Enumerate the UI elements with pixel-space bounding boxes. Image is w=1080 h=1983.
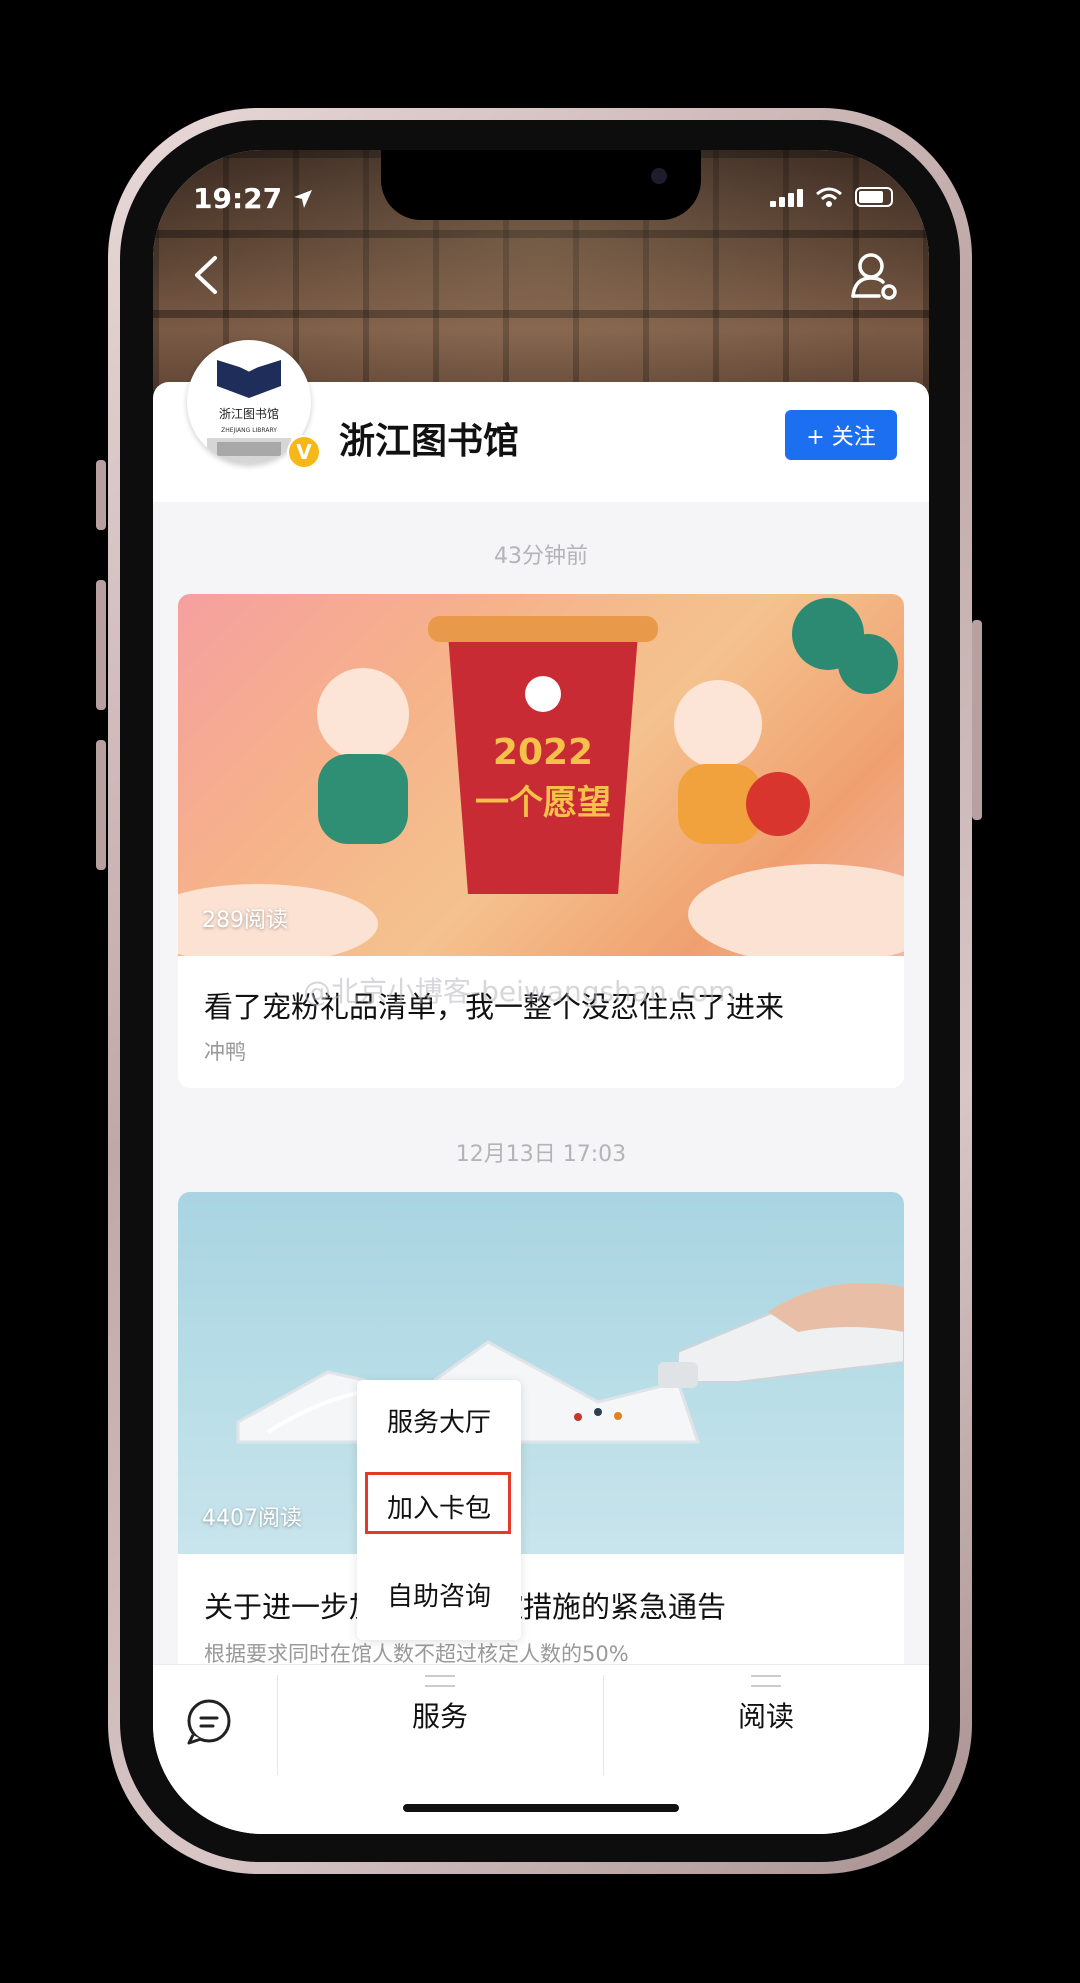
notch — [381, 150, 701, 220]
tab-reading[interactable]: 阅读 — [603, 1695, 929, 1735]
watermark: @北京小博客-beiwangshan.com — [303, 975, 736, 1008]
svg-text:浙江图书馆: 浙江图书馆 — [219, 406, 279, 421]
signal-icon — [770, 187, 803, 207]
article-author: 冲鸭 — [204, 1040, 246, 1064]
svg-text:ZHEJIANG LIBRARY: ZHEJIANG LIBRARY — [221, 427, 277, 434]
article-card[interactable]: 2022 一个愿望 289阅读 看了宠粉礼品清单，我一整个没忍住点了进来 冲鸭 — [178, 594, 904, 1088]
menu-item-service-hall[interactable]: 服务大厅 — [357, 1402, 521, 1439]
verified-badge: V — [287, 435, 321, 469]
mute-switch — [96, 460, 106, 530]
article-cover-image: 4407阅读 — [178, 1192, 904, 1554]
svg-text:一个愿望: 一个愿望 — [475, 783, 611, 823]
follow-button[interactable]: + 关注 — [785, 410, 897, 460]
screen: 19:27 浙江图书馆 ZHEJIANG LIBRARY V 浙江图书馆 + 关… — [153, 150, 929, 1834]
chat-keyboard-icon[interactable] — [179, 1691, 239, 1751]
tab-service[interactable]: 服务 — [277, 1695, 603, 1735]
volume-down-button — [96, 740, 106, 870]
post-timestamp: 12月13日 17:03 — [455, 1142, 627, 1167]
account-profile-icon[interactable] — [849, 250, 899, 302]
status-icons — [770, 186, 893, 208]
read-count: 289阅读 — [202, 908, 288, 933]
status-time: 19:27 — [193, 182, 314, 215]
power-button — [972, 620, 982, 820]
location-arrow-icon — [293, 190, 312, 208]
wifi-icon — [816, 187, 842, 207]
read-count: 4407阅读 — [202, 1506, 302, 1531]
menu-lines-icon — [751, 1675, 781, 1687]
highlight-box — [365, 1472, 511, 1534]
article-card[interactable]: 4407阅读 关于进一步加强疫情防控措施的紧急通告 根据要求同时在馆人数不超过核… — [178, 1192, 904, 1692]
menu-lines-icon — [425, 1675, 455, 1687]
battery-icon — [855, 187, 893, 207]
back-icon[interactable] — [183, 250, 233, 300]
service-popup-menu: 服务大厅 加入卡包 自助咨询 — [357, 1380, 521, 1640]
account-name: 浙江图书馆 — [339, 421, 520, 462]
svg-text:2022: 2022 — [493, 732, 593, 773]
home-indicator[interactable] — [403, 1804, 679, 1812]
front-camera — [651, 168, 667, 184]
post-timestamp: 43分钟前 — [494, 544, 588, 569]
menu-item-self-service-consult[interactable]: 自助咨询 — [357, 1576, 521, 1613]
volume-up-button — [96, 580, 106, 710]
article-cover-image: 2022 一个愿望 289阅读 — [178, 594, 904, 956]
